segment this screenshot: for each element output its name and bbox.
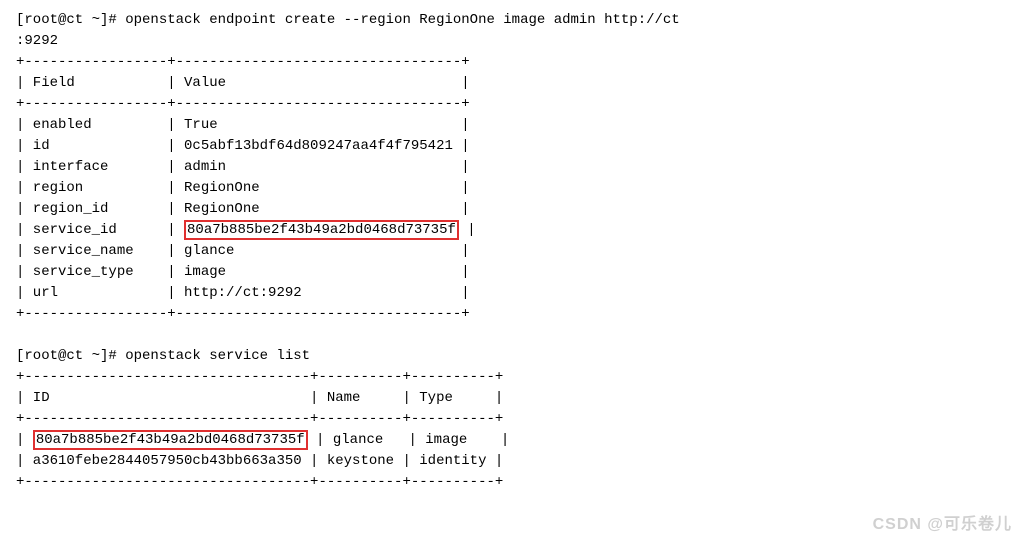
table1-row-service-name: | service_name | glance | bbox=[16, 241, 1020, 262]
command-line-1b: :9292 bbox=[16, 31, 1020, 52]
table1-row-id: | id | 0c5abf13bdf64d809247aa4f4f795421 … bbox=[16, 136, 1020, 157]
command-line-2: [root@ct ~]# openstack service list bbox=[16, 346, 1020, 367]
table1-sep3: +-----------------+---------------------… bbox=[16, 304, 1020, 325]
terminal-window: [root@ct ~]# openstack endpoint create -… bbox=[0, 0, 1036, 552]
table2-sep3: +----------------------------------+----… bbox=[16, 472, 1020, 493]
watermark: CSDN @可乐卷儿 bbox=[873, 510, 1012, 534]
table1-header: | Field | Value | bbox=[16, 73, 1020, 94]
table1-sep2: +-----------------+---------------------… bbox=[16, 94, 1020, 115]
table1-row-service-type: | service_type | image | bbox=[16, 262, 1020, 283]
table1-row-url: | url | http://ct:9292 | bbox=[16, 283, 1020, 304]
blank-line bbox=[16, 325, 1020, 346]
table2-row-glance: | 80a7b885be2f43b49a2bd0468d73735f | gla… bbox=[16, 430, 1020, 451]
table1-row-region: | region | RegionOne | bbox=[16, 178, 1020, 199]
table2-row-keystone: | a3610febe2844057950cb43bb663a350 | key… bbox=[16, 451, 1020, 472]
command-line-1: [root@ct ~]# openstack endpoint create -… bbox=[16, 10, 1020, 31]
table1-row-interface: | interface | admin | bbox=[16, 157, 1020, 178]
table2-sep2: +----------------------------------+----… bbox=[16, 409, 1020, 430]
table1-row-enabled: | enabled | True | bbox=[16, 115, 1020, 136]
service-list-id-highlight: 80a7b885be2f43b49a2bd0468d73735f bbox=[33, 430, 308, 450]
service-id-highlight: 80a7b885be2f43b49a2bd0468d73735f bbox=[184, 220, 459, 240]
table2-header: | ID | Name | Type | bbox=[16, 388, 1020, 409]
table1-row-service-id: | service_id | 80a7b885be2f43b49a2bd0468… bbox=[16, 220, 1020, 241]
table1-row-region-id: | region_id | RegionOne | bbox=[16, 199, 1020, 220]
table1-sep1: +-----------------+---------------------… bbox=[16, 52, 1020, 73]
table2-sep1: +----------------------------------+----… bbox=[16, 367, 1020, 388]
